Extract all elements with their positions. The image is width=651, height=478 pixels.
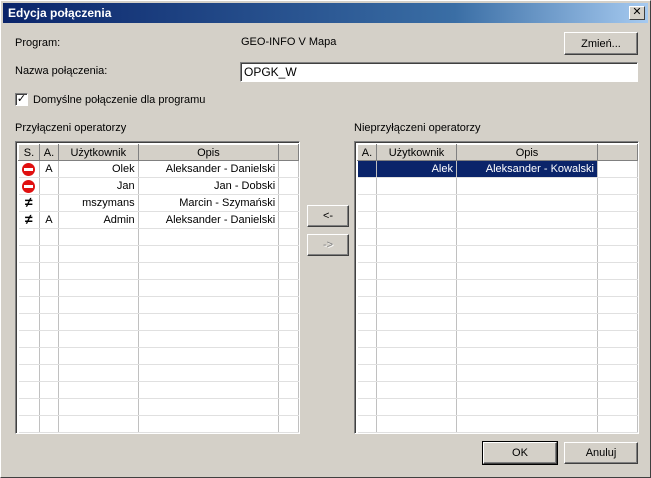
empty-row bbox=[357, 415, 638, 433]
empty-row bbox=[357, 313, 638, 331]
empty-row bbox=[357, 347, 638, 365]
table-row[interactable]: ≠ mszymans Marcin - Szymański bbox=[18, 194, 299, 212]
connection-name-label: Nazwa połączenia: bbox=[15, 65, 108, 77]
a-cell: A bbox=[39, 211, 59, 229]
not-equal-icon: ≠ bbox=[24, 211, 33, 227]
description-cell: Jan - Dobski bbox=[138, 177, 280, 195]
empty-row bbox=[357, 279, 638, 297]
empty-row bbox=[18, 330, 299, 348]
user-cell: Alek bbox=[376, 160, 457, 178]
not-equal-icon: ≠ bbox=[24, 194, 33, 210]
empty-row bbox=[357, 228, 638, 246]
a-cell bbox=[39, 194, 59, 212]
default-connection-label: Domyślne połączenie dla programu bbox=[33, 94, 206, 106]
dialog-window: Edycja połączenia ✕ Program: GEO-INFO V … bbox=[0, 0, 651, 478]
a-cell bbox=[357, 160, 377, 178]
stop-icon bbox=[22, 162, 36, 176]
description-cell: Aleksander - Danielski bbox=[138, 211, 280, 229]
description-cell: Marcin - Szymański bbox=[138, 194, 280, 212]
connected-operators-title: Przyłączeni operatorzy bbox=[15, 122, 127, 134]
move-to-disconnected-button[interactable]: -> bbox=[307, 234, 349, 256]
column-header-description[interactable]: Opis bbox=[456, 144, 598, 161]
table-row[interactable]: Jan Jan - Dobski bbox=[18, 177, 299, 195]
user-cell: Jan bbox=[58, 177, 139, 195]
program-value: GEO-INFO V Mapa bbox=[241, 36, 337, 48]
user-cell: Admin bbox=[58, 211, 139, 229]
status-cell bbox=[18, 177, 40, 195]
empty-row bbox=[357, 211, 638, 229]
disconnected-operators-grid[interactable]: A. Użytkownik Opis Alek Aleksander - Kow… bbox=[354, 141, 639, 434]
column-header-a[interactable]: A. bbox=[357, 144, 377, 161]
empty-row bbox=[357, 330, 638, 348]
empty-row bbox=[18, 415, 299, 433]
empty-row bbox=[357, 194, 638, 212]
column-header-a[interactable]: A. bbox=[38, 144, 59, 161]
disconnected-operators-table: A. Użytkownik Opis Alek Aleksander - Kow… bbox=[357, 144, 638, 433]
column-header-status[interactable]: S. bbox=[18, 144, 40, 161]
user-cell: Olek bbox=[58, 160, 139, 178]
default-connection-checkbox[interactable]: ✓ bbox=[15, 93, 28, 106]
empty-row bbox=[18, 262, 299, 280]
user-cell: mszymans bbox=[58, 194, 139, 212]
ok-button[interactable]: OK bbox=[482, 441, 558, 465]
table-row-selected[interactable]: Alek Aleksander - Kowalski bbox=[357, 160, 638, 178]
status-cell: ≠ bbox=[18, 211, 40, 229]
empty-row bbox=[18, 364, 299, 382]
status-cell bbox=[18, 160, 40, 178]
connected-operators-grid[interactable]: S. A. Użytkownik Opis A Olek Aleksander … bbox=[15, 141, 300, 434]
a-cell bbox=[39, 177, 59, 195]
description-cell: Aleksander - Kowalski bbox=[456, 160, 598, 178]
empty-row bbox=[357, 381, 638, 399]
description-cell: Aleksander - Danielski bbox=[138, 160, 280, 178]
empty-row bbox=[357, 262, 638, 280]
change-program-button[interactable]: Zmień... bbox=[564, 32, 638, 55]
close-icon[interactable]: ✕ bbox=[629, 6, 645, 20]
table-row[interactable]: A Olek Aleksander - Danielski bbox=[18, 160, 299, 178]
status-cell: ≠ bbox=[18, 194, 40, 212]
table-row[interactable]: ≠ A Admin Aleksander - Danielski bbox=[18, 211, 299, 229]
empty-row bbox=[18, 398, 299, 416]
program-label: Program: bbox=[15, 37, 61, 49]
disconnected-header-row: A. Użytkownik Opis bbox=[357, 144, 638, 161]
window-title: Edycja połączenia bbox=[8, 6, 112, 20]
empty-row bbox=[18, 313, 299, 331]
empty-row bbox=[357, 364, 638, 382]
empty-row bbox=[18, 245, 299, 263]
empty-row bbox=[357, 177, 638, 195]
empty-row bbox=[18, 347, 299, 365]
empty-row bbox=[18, 228, 299, 246]
column-header-user[interactable]: Użytkownik bbox=[376, 144, 457, 161]
empty-row bbox=[18, 296, 299, 314]
move-to-connected-button[interactable]: <- bbox=[307, 205, 349, 227]
empty-row bbox=[357, 398, 638, 416]
column-header-user[interactable]: Użytkownik bbox=[57, 144, 139, 161]
empty-row bbox=[18, 381, 299, 399]
connected-header-row: S. A. Użytkownik Opis bbox=[18, 144, 299, 161]
cancel-button[interactable]: Anuluj bbox=[564, 442, 638, 464]
connected-operators-table: S. A. Użytkownik Opis A Olek Aleksander … bbox=[18, 144, 299, 433]
title-bar: Edycja połączenia ✕ bbox=[3, 3, 648, 23]
disconnected-operators-title: Nieprzyłączeni operatorzy bbox=[354, 122, 481, 134]
connection-name-input[interactable] bbox=[240, 62, 638, 82]
empty-row bbox=[357, 296, 638, 314]
a-cell: A bbox=[39, 160, 59, 178]
column-header-filler bbox=[278, 144, 299, 161]
empty-row bbox=[357, 245, 638, 263]
empty-row bbox=[18, 279, 299, 297]
stop-icon bbox=[22, 179, 36, 193]
column-header-description[interactable]: Opis bbox=[137, 144, 280, 161]
column-header-filler bbox=[597, 144, 638, 161]
